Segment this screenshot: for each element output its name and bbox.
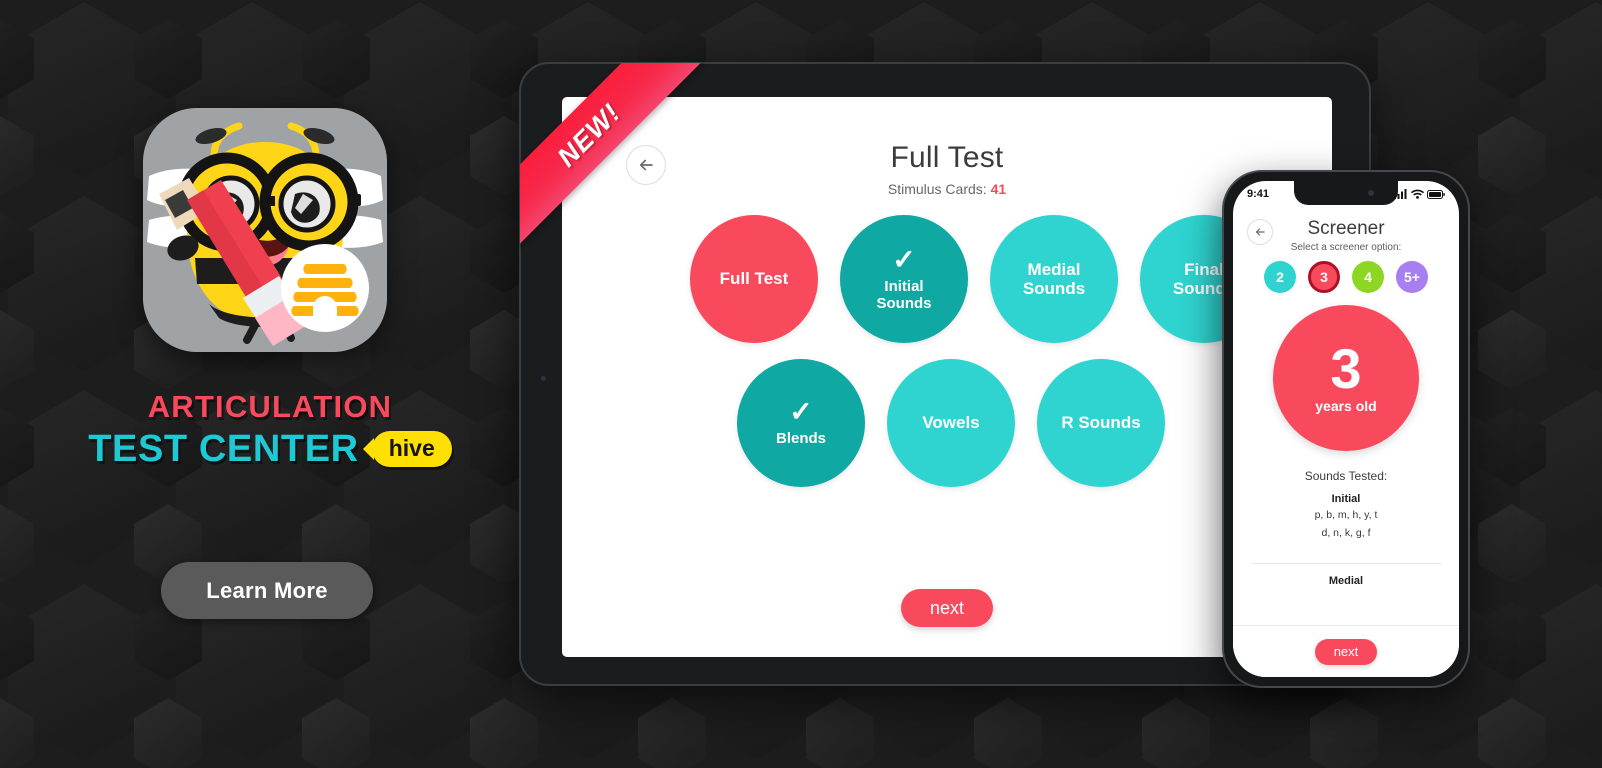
phone-status-bar: 9:41 <box>1233 181 1459 207</box>
phone-device-mockup: 9:41 Screener Select a screener option: … <box>1222 170 1470 688</box>
phone-next-button[interactable]: next <box>1315 638 1377 665</box>
option-label: Full Test <box>719 269 789 289</box>
age-option-3[interactable]: 3 <box>1308 261 1340 293</box>
test-options-row-1: Full Test ✓ Initial Sounds Medial Sounds F… <box>562 215 1332 343</box>
option-medial-sounds[interactable]: Medial Sounds <box>990 215 1118 343</box>
option-label: Vowels <box>922 413 980 433</box>
brand-wordmark: ARTICULATION TEST CENTER hive <box>0 390 540 470</box>
phone-footer-bar: next <box>1233 625 1459 677</box>
test-options-grid: Full Test ✓ Initial Sounds Medial Sounds F… <box>562 215 1332 487</box>
phone-page-subtitle: Select a screener option: <box>1290 242 1402 253</box>
section-row: p, b, m, h, y, t <box>1314 509 1378 521</box>
sounds-section-initial: Initial p, b, m, h, y, t d, n, k, g, f <box>1233 493 1459 541</box>
cellular-signal-icon <box>1394 189 1407 199</box>
option-label: R Sounds <box>1061 413 1141 433</box>
tablet-next-button[interactable]: next <box>901 589 993 627</box>
option-label: Initial Sounds <box>876 277 932 312</box>
option-r-sounds[interactable]: R Sounds <box>1037 359 1165 487</box>
option-label: Blends <box>775 430 826 448</box>
phone-screen: 9:41 Screener Select a screener option: … <box>1233 181 1459 677</box>
app-icon[interactable] <box>143 108 387 352</box>
age-option-2[interactable]: 2 <box>1264 261 1296 293</box>
age-option-5plus[interactable]: 5+ <box>1396 261 1428 293</box>
learn-more-button[interactable]: Learn More <box>161 562 373 619</box>
tablet-screen: Full Test Stimulus Cards: 41 Full Test ✓… <box>562 97 1332 657</box>
brand-line-1: ARTICULATION <box>147 389 393 424</box>
option-blends[interactable]: ✓ Blends <box>737 359 865 487</box>
left-promo-panel: ARTICULATION TEST CENTER hive Learn More <box>0 0 540 768</box>
check-icon: ✓ <box>892 243 916 275</box>
section-divider <box>1251 563 1441 564</box>
selected-age-unit: years old <box>1315 398 1377 414</box>
brand-line-2: TEST CENTER <box>88 428 359 470</box>
section-row: d, n, k, g, f <box>1321 527 1371 539</box>
check-icon: ✓ <box>789 396 813 428</box>
section-name: Initial <box>1331 493 1361 505</box>
status-time: 9:41 <box>1247 188 1270 200</box>
stimulus-cards-value: 41 <box>990 181 1007 197</box>
phone-page-title: Screener <box>1307 218 1385 239</box>
option-full-test[interactable]: Full Test <box>690 215 818 343</box>
sounds-section-medial: Medial <box>1233 575 1459 587</box>
option-vowels[interactable]: Vowels <box>887 359 1015 487</box>
stimulus-cards-label: Stimulus Cards: <box>887 181 987 197</box>
selected-age-display: 3 years old <box>1273 305 1419 451</box>
selected-age-number: 3 <box>1330 337 1362 400</box>
test-options-row-2: ✓ Blends Vowels R Sounds <box>562 359 1332 487</box>
age-option-list: 2 3 4 5+ <box>1233 261 1459 293</box>
age-option-4[interactable]: 4 <box>1352 261 1384 293</box>
tablet-stimulus-cards: Stimulus Cards: 41 <box>562 181 1332 197</box>
battery-icon <box>1427 189 1445 199</box>
tablet-page-title: Full Test <box>890 141 1004 174</box>
option-initial-sounds[interactable]: ✓ Initial Sounds <box>840 215 968 343</box>
section-name: Medial <box>1328 575 1364 587</box>
sounds-tested-title: Sounds Tested: <box>1304 469 1388 483</box>
option-label: Medial Sounds <box>1022 259 1086 298</box>
hive-badge: hive <box>371 431 452 467</box>
wifi-icon <box>1411 189 1424 199</box>
